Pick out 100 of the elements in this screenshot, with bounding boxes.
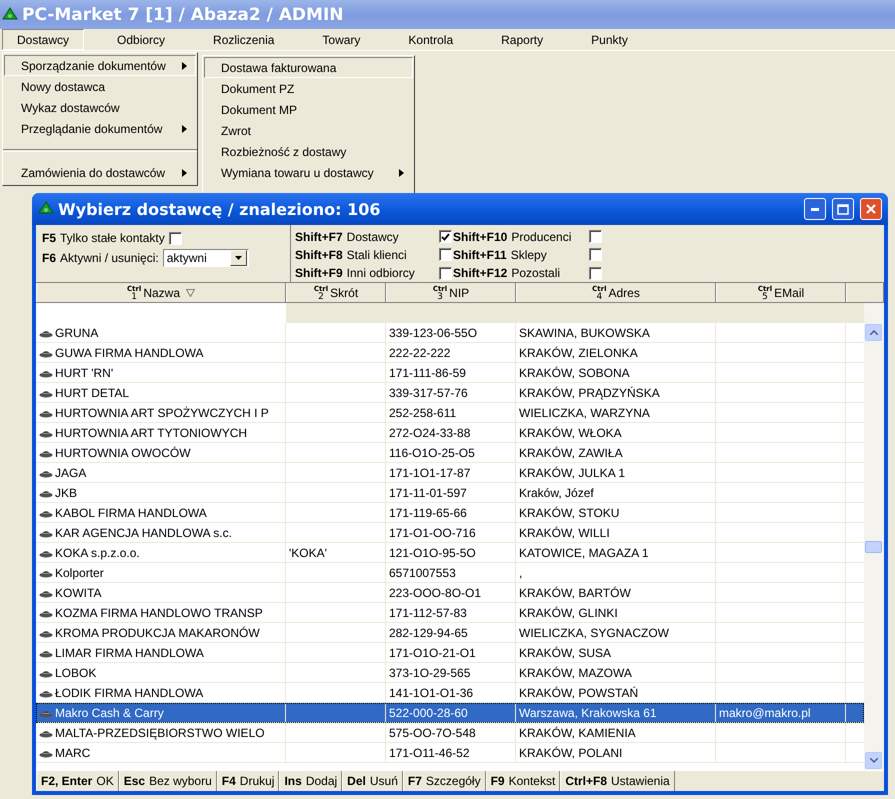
table-cell: 522-000-28-60 [386, 703, 516, 722]
table-row[interactable]: MARC 171-O11-46-52 KRAKÓW, POLANI [36, 743, 864, 763]
shortcut-key: Shift+F12 [453, 266, 508, 280]
table-cell: 171-O1O-21-O1 [386, 643, 516, 662]
filter-label: Stali klienci [346, 248, 408, 262]
menubar-item[interactable]: Odbiorcy [102, 29, 180, 50]
menubar-item[interactable]: Towary [307, 29, 376, 50]
table-row[interactable]: Makro Cash & Carry 522-000-28-60 Warszawa, Krakowska 61 makro@makro.pl [36, 703, 864, 723]
shortcut-button[interactable]: Del Usuń [342, 771, 403, 791]
table-row[interactable]: GUWA FIRMA HANDLOWA 222-22-222 KRAKÓW, ZIELONKA [36, 343, 864, 363]
maximize-button[interactable] [832, 198, 854, 220]
menubar-item[interactable]: Rozliczenia [198, 29, 290, 50]
sort-icon [186, 288, 196, 296]
table-row[interactable]: KOKA s.p.z.o.o. 'KOKA' 121-O1O-95-5O KATOWICE, MAGAZA 1 [36, 543, 864, 563]
menu-item[interactable]: Dokument MP [204, 99, 413, 120]
menu-item[interactable]: Nowy dostawca [4, 76, 196, 97]
supplier-name: MALTA-PRZEDSIĘBIORSTWO WIELO [55, 726, 265, 740]
table-row[interactable]: HURTOWNIA ART SPOŻYWCZYCH I P 252-258-611 WIELICZKA, WARZYNA [36, 403, 864, 423]
close-icon [865, 203, 877, 215]
supplier-name: HURT DETAL [55, 386, 130, 400]
menu-item[interactable]: Sporządzanie dokumentów [4, 55, 196, 76]
check-icon [441, 232, 450, 241]
checkbox[interactable] [589, 266, 602, 280]
table-row[interactable]: KOWITA 223-OOO-8O-O1 KRAKÓW, BARTÓW [36, 583, 864, 603]
table-row[interactable]: KROMA PRODUKCJA MAKARONÓW 282-129-94-65 WIELICZKA, SYGNACZOW [36, 623, 864, 643]
table-cell: 339-123-06-55O [386, 323, 516, 342]
dialog-title: Wybierz dostawcę / znaleziono: 106 [58, 200, 382, 218]
menu-item[interactable]: Rozbieżność z dostawy [204, 141, 413, 162]
table-cell: KRAKÓW, ZAWIŁA [516, 443, 716, 462]
table-row[interactable]: KOZMA FIRMA HANDLOWO TRANSP 171-112-57-83 KRAKÓW, GLINKI [36, 603, 864, 623]
table-row[interactable]: KABOL FIRMA HANDLOWA 171-119-65-66 KRAKÓW, STOKU [36, 503, 864, 523]
table-cell: makro@makro.pl [716, 703, 846, 722]
menu-item[interactable]: Zamówienia do dostawców [4, 162, 196, 183]
shortcut-button[interactable]: F4 Drukuj [216, 771, 280, 791]
table-cell: KRAKÓW, GLINKI [516, 603, 716, 622]
scrollbar[interactable] [864, 303, 884, 770]
shortcut-button[interactable]: Esc Bez wyboru [118, 771, 217, 791]
table-row[interactable]: HURT DETAL 339-317-57-76 KRAKÓW, PRĄDZYŃSKA [36, 383, 864, 403]
table-row[interactable]: Kolporter 6571007553 , [36, 563, 864, 583]
table-row[interactable]: HURT 'RN' 171-111-86-59 KRAKÓW, SOBONA [36, 363, 864, 383]
minimize-icon [811, 208, 819, 210]
shortcut-button[interactable]: F2, Enter OK [36, 771, 119, 791]
scroll-thumb[interactable] [865, 540, 882, 552]
checkbox[interactable] [439, 248, 452, 262]
close-button[interactable] [860, 198, 882, 220]
table-cell: 171-O1-OO-716 [386, 523, 516, 542]
supplier-name: GUWA FIRMA HANDLOWA [55, 346, 204, 360]
filter-label: Dostawcy [346, 230, 400, 244]
checkbox[interactable] [589, 248, 602, 262]
table-cell: Warszawa, Krakowska 61 [516, 703, 716, 722]
checkbox[interactable] [589, 230, 602, 244]
window-title: PC-Market 7 [1] / Abaza2 / ADMIN [22, 4, 344, 24]
table-cell: 116-O1O-25-O5 [386, 443, 516, 462]
menubar-item[interactable]: Dostawcy [2, 29, 84, 50]
filter-label: Inni odbiorcy [346, 266, 416, 280]
menu-item[interactable]: Dostawa fakturowana [204, 57, 413, 78]
scroll-up-button[interactable] [865, 324, 882, 341]
checkbox[interactable] [439, 230, 452, 244]
table-cell: 171-O11-46-52 [386, 743, 516, 762]
table-cell: KRAKÓW, PRĄDZYŃSKA [516, 383, 716, 402]
menu-item[interactable]: Przeglądanie dokumentów [4, 118, 196, 139]
menu-item[interactable]: Dokument PZ [204, 78, 413, 99]
shortcut-key: Shift+F7 [295, 230, 343, 244]
menu-item[interactable]: Wymiana towaru u dostawcy [204, 162, 413, 183]
table-row[interactable]: HURTOWNIA OWOCÓW 116-O1O-25-O5 KRAKÓW, ZAWIŁA [36, 443, 864, 463]
supplier-name: KAR AGENCJA HANDLOWA s.c. [55, 526, 232, 540]
table-row[interactable]: LOBOK 373-1O-29-565 KRAKÓW, MAZOWA [36, 663, 864, 683]
table-cell: , [516, 563, 716, 582]
menubar-item[interactable]: Raporty [486, 29, 558, 50]
menu-item[interactable]: Zwrot [204, 120, 413, 141]
checkbox[interactable] [168, 232, 182, 244]
minimize-button[interactable] [804, 198, 826, 220]
table-cell: KRAKÓW, POLANI [516, 743, 716, 762]
table-row[interactable]: JKB 171-11-01-597 Kraków, Józef [36, 483, 864, 503]
table-row[interactable]: LIMAR FIRMA HANDLOWA 171-O1O-21-O1 KRAKÓW, SUSA [36, 643, 864, 663]
table-row[interactable]: ŁODIK FIRMA HANDLOWA 141-1O1-O1-36 KRAKÓW, POWSTAŃ [36, 683, 864, 703]
scroll-down-button[interactable] [865, 752, 882, 769]
supplier-name: KROMA PRODUKCJA MAKARONÓW [55, 626, 260, 640]
filter-label: Producenci [511, 230, 572, 244]
checkbox[interactable] [439, 266, 452, 280]
status-dropdown[interactable]: aktywni [162, 249, 249, 267]
table-cell: 171-111-86-59 [386, 363, 516, 382]
menubar-item[interactable]: Punkty [576, 29, 643, 50]
supplier-name: JKB [55, 486, 78, 500]
supplier-name: KOWITA [55, 586, 102, 600]
table-row[interactable]: KAR AGENCJA HANDLOWA s.c. 171-O1-OO-716 KRAKÓW, WILLI [36, 523, 864, 543]
shortcut-key: Shift+F8 [295, 248, 343, 262]
shortcut-button[interactable]: F7 Szczegóły [402, 771, 486, 791]
menu-item[interactable]: Wykaz dostawców [4, 97, 196, 118]
shortcut-button[interactable]: Ctrl+F8 Ustawienia [560, 771, 675, 791]
filter-label: Aktywni / usunięci: [60, 251, 159, 265]
table-row[interactable]: HURTOWNIA ART TYTONIOWYCH 272-O24-33-88 KRAKÓW, WŁOKA [36, 423, 864, 443]
shortcut-button[interactable]: Ins Dodaj [279, 771, 342, 791]
menubar-item[interactable]: Kontrola [393, 29, 468, 50]
shortcut-key: Shift+F9 [295, 266, 343, 280]
table-row[interactable]: MALTA-PRZEDSIĘBIORSTWO WIELO 575-OO-7O-548 KRAKÓW, KAMIENIA [36, 723, 864, 743]
shortcut-button[interactable]: F9 Kontekst [486, 771, 560, 791]
app-icon [2, 6, 18, 22]
table-row[interactable]: JAGA 171-1O1-17-87 KRAKÓW, JULKA 1 [36, 463, 864, 483]
table-row[interactable]: GRUNA 339-123-06-55O SKAWINA, BUKOWSKA [36, 323, 864, 343]
